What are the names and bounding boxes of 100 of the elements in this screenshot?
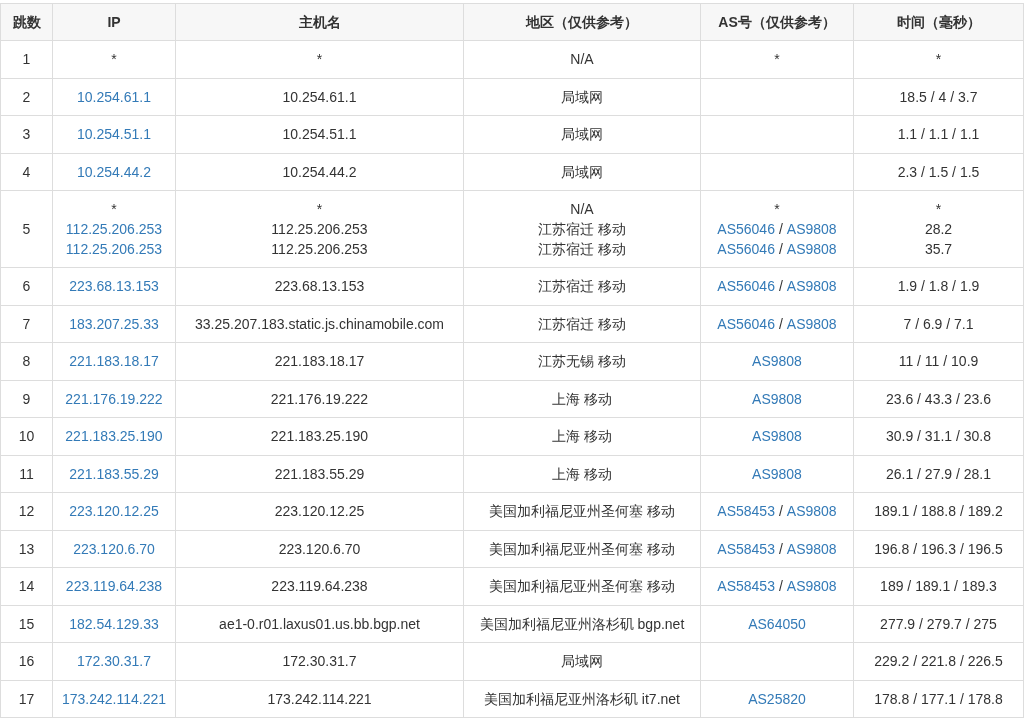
cell-text: 江苏宿迁 移动 xyxy=(538,278,626,295)
cell-text: 局域网 xyxy=(561,126,603,143)
as-link[interactable]: AS9808 xyxy=(752,465,802,482)
cell-text: 178.8 / 177.1 / 178.8 xyxy=(874,690,1003,707)
cell-text: 26.1 / 27.9 / 28.1 xyxy=(885,465,992,482)
cell-text: 196.8 / 196.3 / 196.5 xyxy=(874,540,1003,557)
cell-text: 7 / 6.9 / 7.1 xyxy=(903,315,974,332)
cell-text: 17 xyxy=(18,690,35,707)
cell-text: 223.120.12.25 xyxy=(274,503,365,520)
as-link[interactable]: AS9808 xyxy=(752,390,802,407)
separator-text: / xyxy=(778,241,783,257)
column-header: 主机名 xyxy=(298,13,341,30)
column-header: 时间（毫秒） xyxy=(896,13,981,30)
cell-text: 上海 移动 xyxy=(552,465,612,482)
cell-text: 30.9 / 31.1 / 30.8 xyxy=(885,428,992,445)
cell-text: 4 xyxy=(22,163,31,180)
separator-text: / xyxy=(778,578,783,595)
cell-text: * xyxy=(316,201,323,217)
cell-text: 189 / 189.1 / 189.3 xyxy=(880,578,997,595)
cell-text: 221.183.18.17 xyxy=(274,353,365,370)
cell-text: N/A xyxy=(570,201,594,217)
cell-text: 江苏宿迁 移动 xyxy=(538,315,626,332)
cell-text: 局域网 xyxy=(561,653,603,670)
as-link[interactable]: AS64050 xyxy=(748,615,806,632)
cell-text: 229.2 / 221.8 / 226.5 xyxy=(874,653,1003,670)
separator-text: / xyxy=(778,540,783,557)
cell-text: 美国加利福尼亚州洛杉矶 bgp.net xyxy=(479,615,685,632)
cell-text: 14 xyxy=(18,578,35,595)
cell-text: 18.5 / 4 / 3.7 xyxy=(899,88,978,105)
as-link[interactable]: AS9808 xyxy=(786,540,837,557)
as-link[interactable]: AS9808 xyxy=(786,315,837,332)
separator-text: * xyxy=(774,201,780,217)
cell-text: 221.183.55.29 xyxy=(274,465,365,482)
as-link[interactable]: AS58453 xyxy=(717,503,775,520)
as-link[interactable]: AS9808 xyxy=(752,353,802,370)
cell-text: 1.1 / 1.1 / 1.1 xyxy=(897,126,980,143)
cell-text: 33.25.207.183.static.js.chinamobile.com xyxy=(194,315,444,332)
cell-text: 112.25.206.253 xyxy=(271,221,368,237)
separator-text: / xyxy=(778,503,783,520)
cell-text: 8 xyxy=(22,353,31,370)
cell-text: 173.242.114.221 xyxy=(267,690,372,707)
ip-link[interactable]: 112.25.206.253 xyxy=(65,221,163,237)
cell-text: ae1-0.r01.laxus01.us.bb.bgp.net xyxy=(219,615,420,632)
cell-text: 11 xyxy=(19,465,34,482)
cell-text: 7 xyxy=(22,315,31,332)
cell-text: 13 xyxy=(18,540,35,557)
cell-text: 223.68.13.153 xyxy=(274,278,365,295)
cell-text: 美国加利福尼亚州洛杉矶 it7.net xyxy=(484,690,680,707)
cell-text: 12 xyxy=(18,503,35,520)
cell-text: 江苏无锡 移动 xyxy=(538,353,626,370)
cell-text: 11 / 11 / 10.9 xyxy=(898,353,979,370)
cell-text: 15 xyxy=(18,615,35,632)
as-link[interactable]: AS9808 xyxy=(786,578,837,595)
as-link[interactable]: AS58453 xyxy=(717,540,775,557)
cell-text: 6 xyxy=(22,278,31,295)
separator-text: / xyxy=(778,221,783,237)
cell-text: 1 xyxy=(22,51,31,68)
cell-text: 221.176.19.222 xyxy=(270,390,369,407)
cell-text: * xyxy=(316,51,323,68)
cell-text: 28.2 xyxy=(924,221,953,237)
cell-text: 10.254.44.2 xyxy=(282,163,357,180)
column-header: AS号（仅供参考） xyxy=(718,13,836,30)
cell-text: 221.183.25.190 xyxy=(270,428,369,445)
cell-text: 10.254.61.1 xyxy=(282,88,357,105)
cell-text: 277.9 / 279.7 / 275 xyxy=(880,615,997,632)
as-link[interactable]: AS9808 xyxy=(786,278,837,295)
cell-text: 9 xyxy=(22,390,31,407)
as-link[interactable]: AS9808 xyxy=(786,221,837,237)
as-link[interactable]: AS9808 xyxy=(786,503,837,520)
ip-link[interactable]: 112.25.206.253 xyxy=(65,241,163,257)
cell-text: 局域网 xyxy=(561,88,603,105)
as-link[interactable]: AS56046 xyxy=(717,315,775,332)
as-link[interactable]: AS58453 xyxy=(717,578,775,595)
cell-text: 223.120.6.70 xyxy=(278,540,361,557)
cell-text: 2.3 / 1.5 / 1.5 xyxy=(897,163,980,180)
cell-text: 江苏宿迁 移动 xyxy=(538,221,626,237)
as-link[interactable]: AS9808 xyxy=(786,241,837,257)
as-link[interactable]: AS25820 xyxy=(748,690,806,707)
separator-text: / xyxy=(778,315,783,332)
cell-text: N/A xyxy=(570,51,594,68)
as-link[interactable]: AS56046 xyxy=(717,241,775,257)
cell-text: 美国加利福尼亚州圣何塞 移动 xyxy=(489,540,675,557)
as-link[interactable]: AS56046 xyxy=(717,278,775,295)
cell-text: 1.9 / 1.8 / 1.9 xyxy=(897,278,980,295)
as-link[interactable]: AS9808 xyxy=(752,428,802,445)
cell-text: 189.1 / 188.8 / 189.2 xyxy=(874,503,1003,520)
cell-text: 2 xyxy=(22,88,31,105)
cell-text: 10.254.51.1 xyxy=(282,126,357,143)
cell-text: 美国加利福尼亚州圣何塞 移动 xyxy=(489,578,675,595)
cell-text: 35.7 xyxy=(924,241,953,257)
column-header: IP xyxy=(107,13,121,30)
as-link[interactable]: AS56046 xyxy=(717,221,775,237)
cell-text: 美国加利福尼亚州圣何塞 移动 xyxy=(489,503,675,520)
column-header: 地区（仅供参考） xyxy=(526,13,638,30)
cell-text: 112.25.206.253 xyxy=(271,241,368,257)
cell-text: * xyxy=(935,51,942,68)
cell-text: 172.30.31.7 xyxy=(282,653,357,670)
cell-text: * xyxy=(111,51,117,68)
cell-text: 上海 移动 xyxy=(552,390,612,407)
cell-text: * xyxy=(935,201,942,217)
